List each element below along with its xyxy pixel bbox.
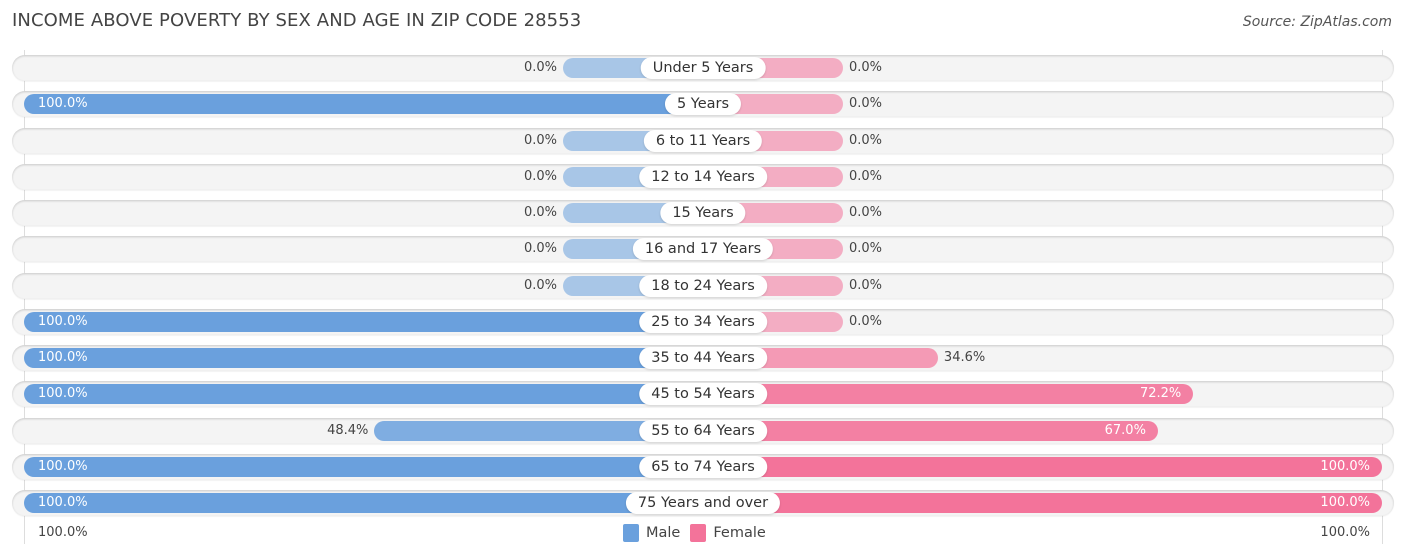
- value-label-female: 0.0%: [849, 96, 883, 112]
- category-label: 55 to 64 Years: [639, 419, 767, 442]
- value-label-male: 0.0%: [523, 60, 557, 75]
- value-label-male: 100.0%: [38, 313, 88, 329]
- value-label-male: 0.0%: [523, 241, 557, 257]
- category-label: 15 Years: [660, 202, 746, 224]
- bar-male: [24, 311, 703, 332]
- bar-female: [703, 384, 1194, 405]
- legend-label-male: Male: [646, 525, 681, 541]
- value-label-male: 100.0%: [38, 350, 88, 365]
- category-label: 25 to 34 Years: [639, 310, 767, 333]
- value-label-female: 0.0%: [849, 132, 883, 148]
- category-label: 35 to 44 Years: [639, 347, 767, 369]
- value-label-female: 67.0%: [1104, 422, 1146, 438]
- value-label-male: 48.4%: [327, 422, 369, 438]
- category-label: 45 to 54 Years: [639, 383, 767, 406]
- bar-male: [24, 94, 703, 115]
- value-label-male: 100.0%: [38, 386, 88, 402]
- legend-label-female: Female: [713, 525, 766, 541]
- legend: Male Female: [623, 524, 776, 542]
- left-axis-label: 100.0%: [38, 525, 88, 540]
- legend-swatch-female: [690, 524, 707, 542]
- legend-item-male: Male: [623, 524, 680, 542]
- category-label: 6 to 11 Years: [643, 129, 763, 152]
- value-label-female: 0.0%: [849, 205, 883, 220]
- value-label-female: 0.0%: [849, 241, 883, 257]
- category-label: 12 to 14 Years: [639, 165, 767, 188]
- legend-swatch-male: [623, 524, 639, 542]
- value-label-female: 0.0%: [849, 277, 883, 293]
- value-label-female: 72.2%: [1139, 386, 1182, 402]
- bar-female: [703, 493, 1382, 513]
- bar-male: [24, 493, 703, 513]
- value-label-male: 0.0%: [523, 277, 557, 293]
- source-label: Source: ZipAtlas.com: [1242, 14, 1392, 30]
- value-label-female: 100.0%: [1320, 495, 1370, 510]
- value-label-male: 0.0%: [523, 168, 557, 184]
- value-label-female: 0.0%: [849, 60, 883, 75]
- value-label-male: 100.0%: [38, 495, 88, 510]
- value-label-female: 0.0%: [849, 313, 883, 329]
- bar-male: [24, 456, 703, 477]
- value-label-female: 100.0%: [1320, 458, 1370, 474]
- value-label-female: 34.6%: [943, 350, 986, 365]
- bar-male: [24, 384, 703, 405]
- category-label: 18 to 24 Years: [639, 274, 767, 297]
- chart-title: INCOME ABOVE POVERTY BY SEX AND AGE IN Z…: [12, 10, 582, 31]
- category-label: 65 to 74 Years: [639, 455, 767, 478]
- value-label-female: 0.0%: [849, 168, 883, 184]
- legend-item-female: Female: [690, 524, 766, 542]
- bar-female: [703, 420, 1158, 441]
- category-label: 5 Years: [664, 93, 742, 116]
- category-label: Under 5 Years: [640, 57, 766, 79]
- category-label: 75 Years and over: [625, 492, 781, 514]
- category-label: 16 and 17 Years: [632, 238, 774, 261]
- value-label-male: 0.0%: [523, 205, 557, 220]
- value-label-male: 0.0%: [523, 132, 557, 148]
- bar-female: [703, 456, 1382, 477]
- right-axis-label: 100.0%: [1320, 525, 1370, 540]
- value-label-male: 100.0%: [38, 458, 88, 474]
- value-label-male: 100.0%: [38, 96, 88, 112]
- bar-male: [24, 348, 703, 368]
